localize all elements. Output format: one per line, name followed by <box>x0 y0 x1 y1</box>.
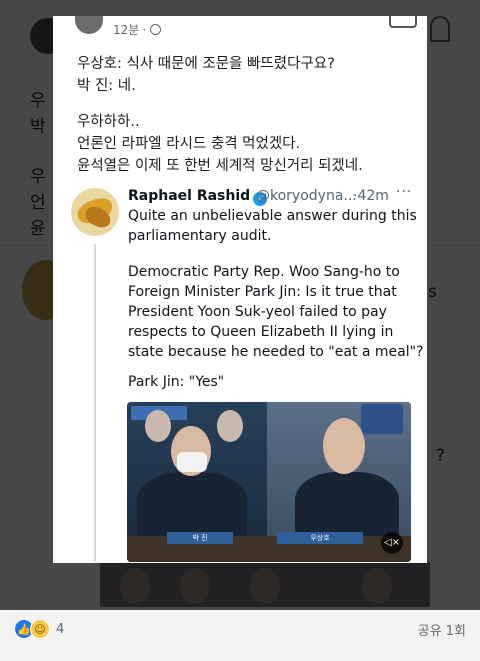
author-avatar[interactable] <box>75 16 103 34</box>
mute-icon[interactable]: ◁× <box>381 532 403 554</box>
post-time[interactable]: 12분 <box>113 21 139 38</box>
tweet-text-line: Foreign Minister Park Jin: Is it true th… <box>128 284 397 300</box>
video-caption: 우상호 <box>277 532 363 544</box>
tweet-handle[interactable]: @koryodyna... <box>256 188 357 204</box>
face-mask <box>177 452 207 472</box>
background-person <box>145 410 171 442</box>
tweet-text-line: Democratic Party Rep. Woo Sang-ho to <box>128 264 400 280</box>
share-count[interactable]: 공유 1회 <box>418 620 466 639</box>
background-person <box>217 410 243 442</box>
more-icon[interactable] <box>389 16 417 28</box>
reaction-summary[interactable]: 👍 ☺ 4 <box>14 619 64 639</box>
tweet-text-line: Quite an unbelievable answer during this <box>128 208 417 224</box>
post-text-line: 우상호: 식사 때문에 조문을 빠뜨렸다구요? <box>77 56 335 72</box>
haha-icon: ☺ <box>30 619 50 639</box>
tweet-avatar[interactable] <box>71 188 119 236</box>
post-text-line: 윤석열은 이제 또 한번 세계적 망신거리 되겠네. <box>77 158 363 174</box>
tweet-more-icon[interactable]: ··· <box>396 184 412 200</box>
speaker-right-head <box>323 418 365 474</box>
video-caption: 박 진 <box>167 532 233 544</box>
tweet-text-line: Park Jin: "Yes" <box>128 374 225 390</box>
tweet-text-line: respects to Queen Elizabeth II lying in <box>128 324 394 340</box>
post-footer <box>0 610 480 661</box>
post-text-line: 언론인 라파엘 라시드 충격 먹었겠다. <box>77 136 301 152</box>
tweet-author-name[interactable]: Raphael Rashid ✓ <box>128 188 268 206</box>
globe-icon <box>150 24 162 35</box>
post-text-line: 박 진: 네. <box>77 78 136 94</box>
tweet-video[interactable]: 박 진 우상호 ◁× <box>127 402 411 562</box>
reaction-count: 4 <box>56 621 65 637</box>
tweet-text-line: state because he needed to "eat a meal"? <box>128 344 424 360</box>
post-text-line: 우하하하.. <box>77 114 140 130</box>
thread-line <box>94 244 96 562</box>
broadcast-logo <box>361 404 403 434</box>
tweet-time[interactable]: ·42m <box>353 188 389 204</box>
post-meta: 12분 · <box>113 21 162 38</box>
tweet-text-line: President Yoon Suk-yeol failed to pay <box>128 304 387 320</box>
embedded-tweet[interactable]: Raphael Rashid ✓ @koryodyna... ·42m ··· Q… <box>53 180 427 563</box>
post-card: 12분 · 우상호: 식사 때문에 조문을 빠뜨렸다구요? 박 진: 네. 우하… <box>53 16 427 563</box>
tweet-text-line: parliamentary audit. <box>128 228 272 244</box>
